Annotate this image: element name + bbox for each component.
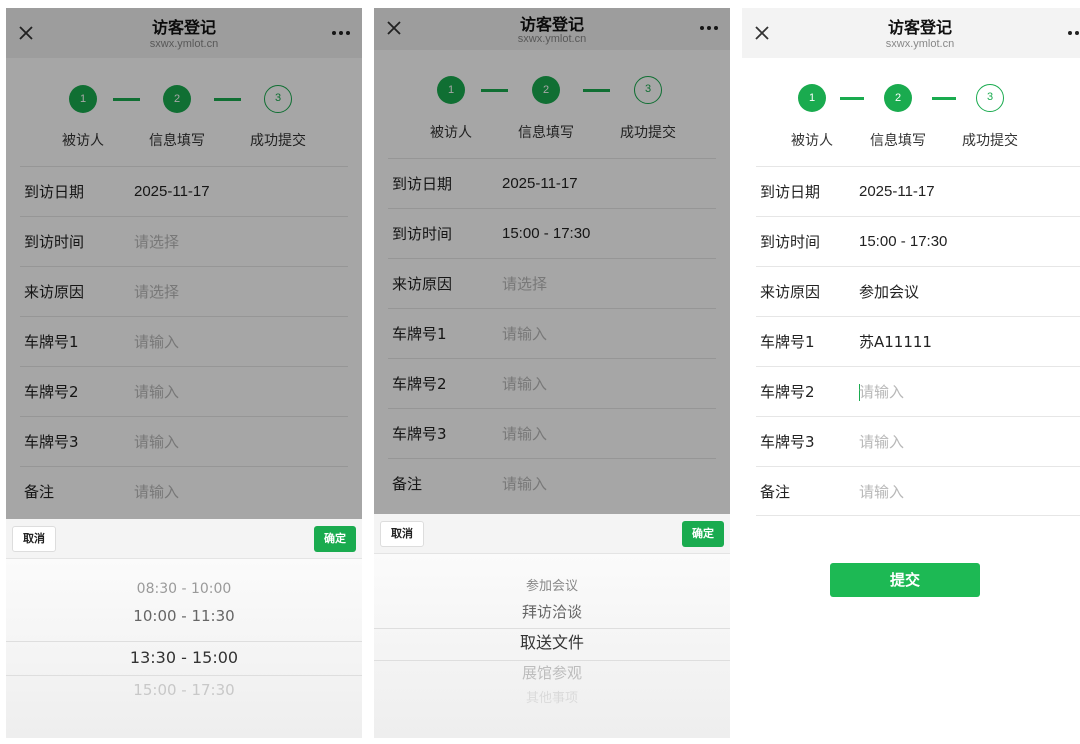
step-3-circle: 3 [976,84,1004,112]
plate-3-input[interactable]: 请输入 [859,417,904,467]
form-row-plate-2[interactable]: 车牌号2 请输入 [756,366,1080,416]
picker-option[interactable]: 08:30 - 10:00 [6,574,362,604]
step-1-label: 被访人 [791,133,833,149]
page-title: 访客登记 [887,18,952,37]
row-label: 来访原因 [760,283,821,301]
step-1-circle: 1 [798,84,826,112]
plate-2-input[interactable]: 请输入 [859,367,904,417]
row-label: 车牌号2 [760,383,815,401]
picker-option-selected[interactable]: 13:30 - 15:00 [6,643,362,673]
picker-option-selected[interactable]: 取送文件 [374,628,730,658]
form-row-remark[interactable]: 备注 请输入 [756,466,1080,516]
cancel-button[interactable]: 取消 [380,521,424,547]
time-picker-sheet: 取消 确定 08:30 - 10:00 10:00 - 11:30 13:30 … [6,519,362,738]
step-progress: 1 2 3 被访人 信息填写 成功提交 [742,58,1080,168]
step-connector [840,97,864,100]
step-2-label: 信息填写 [870,133,926,149]
picker-option[interactable]: 其他事项 [374,684,730,714]
picker-option[interactable]: 10:00 - 11:30 [6,601,362,631]
reason-picker-sheet: 取消 确定 参加会议 拜访洽谈 取送文件 展馆参观 其他事项 [374,514,730,738]
picker-option[interactable]: 拜访洽谈 [374,597,730,627]
picker-option[interactable]: 15:00 - 17:30 [6,675,362,705]
picker-wheel[interactable]: 参加会议 拜访洽谈 取送文件 展馆参观 其他事项 [374,554,730,738]
more-dots-icon[interactable] [1066,26,1080,40]
form-row-plate-3[interactable]: 车牌号3 请输入 [756,416,1080,466]
form-row-visit-reason[interactable]: 来访原因 参加会议 [756,266,1080,316]
form-row-visit-date[interactable]: 到访日期 2025-11-17 [756,166,1080,216]
row-label: 备注 [760,483,791,501]
row-value: 15:00 - 17:30 [859,233,948,250]
step-2-circle: 2 [884,84,912,112]
remark-input[interactable]: 请输入 [859,467,904,517]
nav-header: 访客登记 sxwx.ymlot.cn [742,8,1080,58]
cancel-button[interactable]: 取消 [12,526,56,552]
submit-button[interactable]: 提交 [830,563,980,597]
screen-filled-form: 访客登记 sxwx.ymlot.cn 1 2 3 被访人 信息填写 成功提交 到… [742,8,1080,738]
step-3-label: 成功提交 [962,133,1018,149]
form-row-plate-1[interactable]: 车牌号1 苏A11111 [756,316,1080,366]
picker-wheel[interactable]: 08:30 - 10:00 10:00 - 11:30 13:30 - 15:0… [6,559,362,738]
row-label: 车牌号1 [760,333,815,351]
page-domain: sxwx.ymlot.cn [885,38,955,50]
confirm-button[interactable]: 确定 [314,526,356,552]
form-row-visit-time[interactable]: 到访时间 15:00 - 17:30 [756,216,1080,266]
row-label: 到访日期 [760,183,821,201]
screen-reason-picker: 访客登记 sxwx.ymlot.cn 1 2 3 被访人 信息填写 成功提交 到… [374,8,730,738]
confirm-button[interactable]: 确定 [682,521,724,547]
plate-1-input[interactable]: 苏A11111 [859,317,932,367]
step-connector [932,97,956,100]
picker-toolbar: 取消 确定 [6,519,362,559]
row-value: 2025-11-17 [859,183,935,200]
picker-highlight-line [6,641,362,642]
row-label: 车牌号3 [760,433,815,451]
row-label: 到访时间 [760,233,821,251]
picker-toolbar: 取消 确定 [374,514,730,554]
form-content: 1 2 3 被访人 信息填写 成功提交 到访日期 2025-11-17 到访时间… [742,58,1080,738]
row-value: 参加会议 [859,283,920,301]
screen-time-picker: 访客登记 sxwx.ymlot.cn 1 2 3 被访人 信息填写 成功提交 到… [6,8,362,738]
